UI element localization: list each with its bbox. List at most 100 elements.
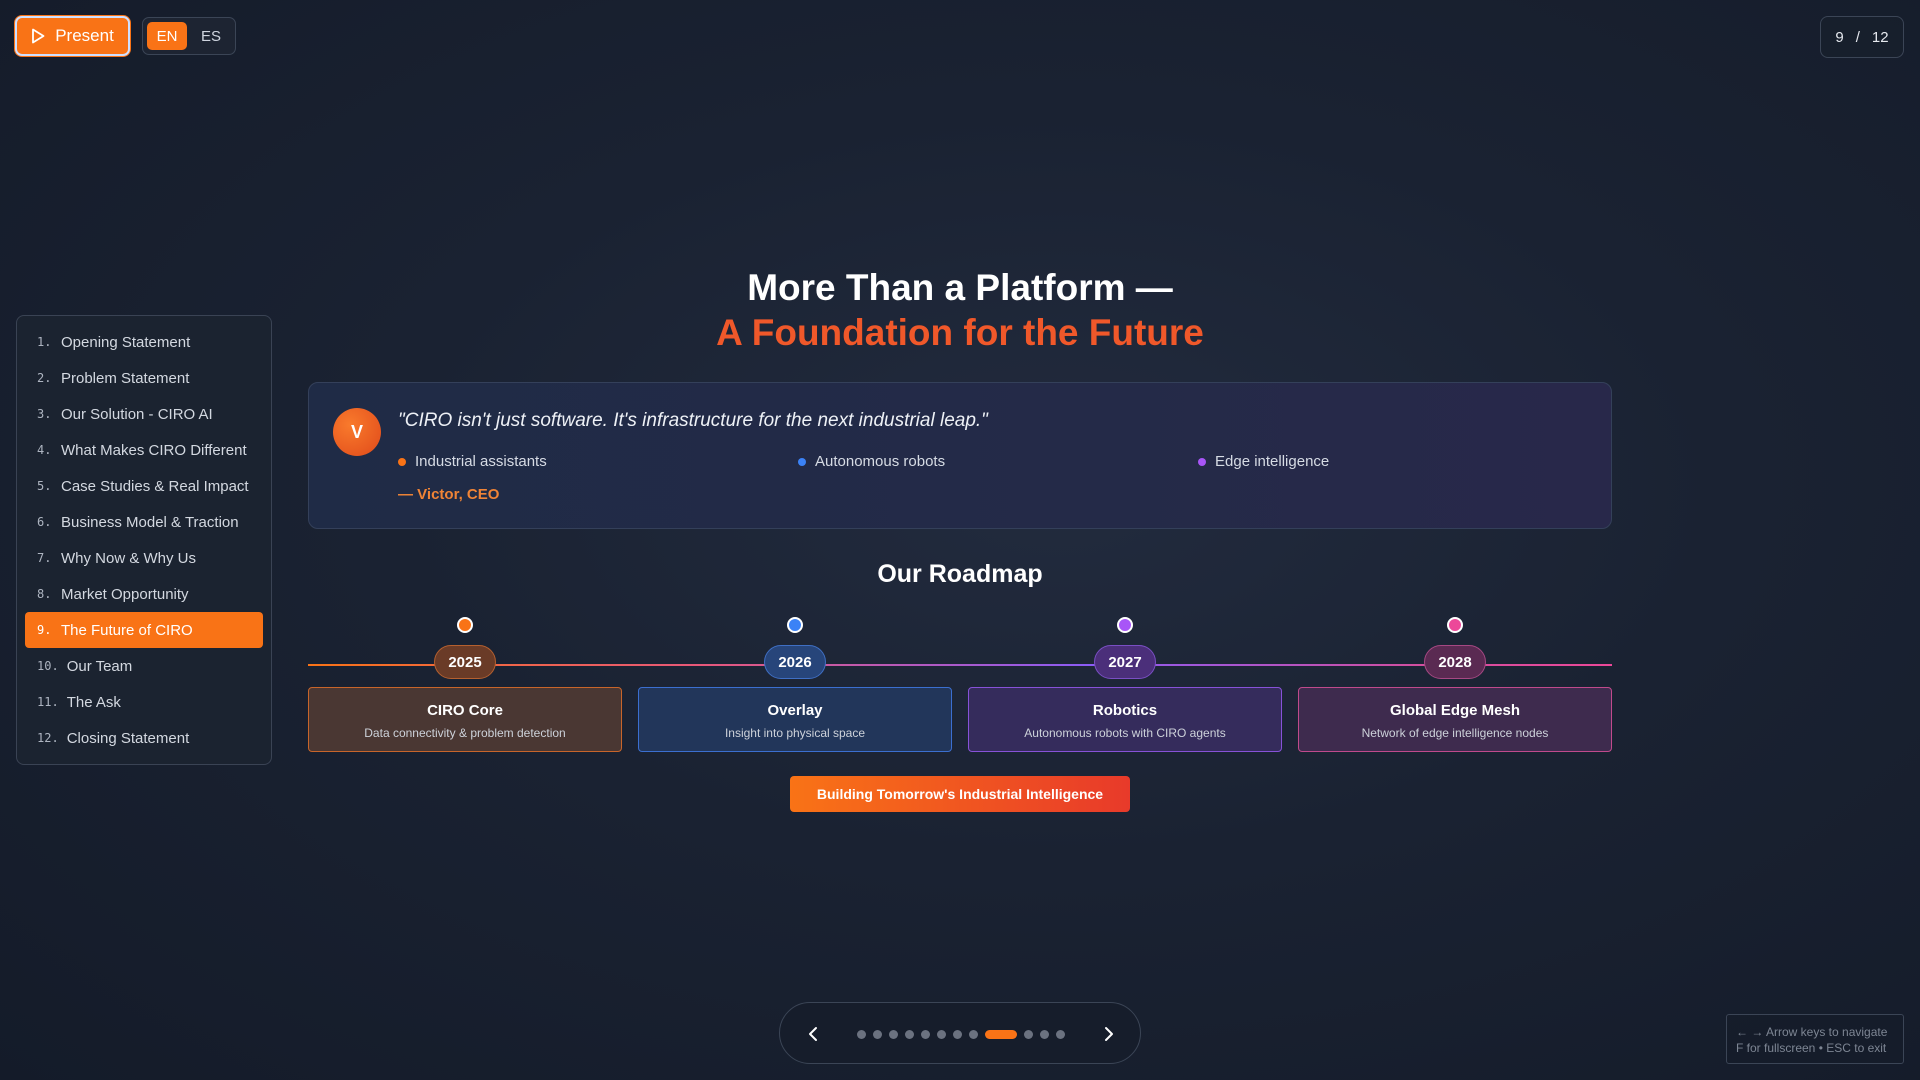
keyboard-help: ← → Arrow keys to navigate F for fullscr… — [1726, 1014, 1904, 1064]
sidebar-item-future-of-ciro[interactable]: 9. The Future of CIRO — [25, 612, 263, 648]
sidebar-item-label: Our Team — [66, 657, 133, 675]
slide-counter-separator: / — [1855, 28, 1860, 46]
sidebar-item-the-ask[interactable]: 11. The Ask — [25, 684, 263, 720]
sidebar-item-label: What Makes CIRO Different — [61, 441, 247, 459]
phase-name: Overlay — [767, 702, 823, 719]
year-pill-2028: 2028 — [1424, 645, 1486, 679]
slide-dot-5[interactable] — [921, 1030, 930, 1039]
slide-dot-4[interactable] — [905, 1030, 914, 1039]
ceo-quote-card: V "CIRO isn't just software. It's infras… — [308, 382, 1612, 529]
sidebar-item-label: The Ask — [66, 693, 121, 711]
sidebar-item-number: 5. — [37, 479, 52, 493]
chevron-left-icon — [809, 1027, 817, 1041]
sidebar-item-case-studies[interactable]: 5. Case Studies & Real Impact — [25, 468, 263, 504]
slide-dot-7[interactable] — [953, 1030, 962, 1039]
sidebar-item-our-solution[interactable]: 3. Our Solution - CIRO AI — [25, 396, 263, 432]
phase-name: Global Edge Mesh — [1389, 702, 1521, 719]
help-line-fullscreen: F for fullscreen • ESC to exit — [1736, 1041, 1887, 1055]
quote-author: — Victor, CEO — [398, 486, 500, 503]
phase-description: Data connectivity & problem detection — [364, 726, 566, 740]
slide-outline-sidebar: 1. Opening Statement 2. Problem Statement … — [16, 315, 272, 765]
slide-pager — [779, 1002, 1141, 1064]
sidebar-item-label: Case Studies & Real Impact — [61, 477, 249, 495]
roadmap-title: Our Roadmap — [877, 560, 1043, 588]
sidebar-item-number: 10. — [37, 659, 59, 673]
bullet-edge-intelligence: Edge intelligence — [1198, 453, 1329, 470]
sidebar-item-number: 3. — [37, 407, 52, 421]
bullet-dot-icon — [398, 457, 406, 466]
bullet-label: Industrial assistants — [415, 453, 547, 470]
slide-title-line1: More Than a Platform — — [747, 267, 1173, 308]
slide-counter: 9 / 12 — [1820, 16, 1904, 58]
bullet-label: Autonomous robots — [815, 453, 946, 470]
present-label: Present — [55, 26, 114, 45]
next-slide-button[interactable] — [1094, 1019, 1124, 1049]
phase-description: Insight into physical space — [724, 726, 866, 740]
sidebar-item-label: The Future of CIRO — [61, 621, 193, 639]
slide-title: More Than a Platform — A Foundation for … — [310, 265, 1610, 355]
sidebar-item-number: 1. — [37, 335, 52, 349]
year-pill-2025: 2025 — [434, 645, 496, 679]
slide-dots — [857, 1030, 1065, 1039]
slide-dot-6[interactable] — [937, 1030, 946, 1039]
sidebar-item-our-team[interactable]: 10. Our Team — [25, 648, 263, 684]
language-option-en[interactable]: EN — [147, 22, 187, 50]
quote-text: "CIRO isn't just software. It's infrastr… — [398, 410, 988, 431]
slide-counter-current: 9 — [1835, 28, 1844, 46]
sidebar-item-label: Why Now & Why Us — [61, 549, 197, 567]
quote-bullets: Industrial assistants Autonomous robots … — [398, 453, 1598, 473]
slide-dot-11[interactable] — [1040, 1030, 1049, 1039]
chevron-right-icon — [1105, 1027, 1113, 1041]
sidebar-item-number: 12. — [37, 731, 59, 745]
bullet-label: Edge intelligence — [1215, 453, 1330, 470]
roadmap-card-robotics: Robotics Autonomous robots with CIRO age… — [968, 687, 1282, 752]
sidebar-item-number: 11. — [37, 695, 59, 709]
sidebar-item-number: 6. — [37, 515, 52, 529]
milestone-dot-2027 — [1117, 617, 1133, 633]
milestone-dot-2028 — [1447, 617, 1463, 633]
language-option-es[interactable]: ES — [191, 22, 231, 50]
sidebar-item-number: 7. — [37, 551, 52, 565]
slide-dot-2[interactable] — [873, 1030, 882, 1039]
slide-dot-1[interactable] — [857, 1030, 866, 1039]
phase-name: CIRO Core — [427, 702, 503, 719]
sidebar-item-number: 4. — [37, 443, 52, 457]
slide-dot-3[interactable] — [889, 1030, 898, 1039]
sidebar-item-why-now[interactable]: 7. Why Now & Why Us — [25, 540, 263, 576]
bullet-industrial-assistants: Industrial assistants — [398, 453, 547, 470]
sidebar-item-number: 9. — [37, 623, 52, 637]
cta-button[interactable]: Building Tomorrow's Industrial Intellige… — [790, 776, 1130, 812]
phase-name: Robotics — [1092, 702, 1158, 719]
sidebar-item-problem-statement[interactable]: 2. Problem Statement — [25, 360, 263, 396]
sidebar-item-label: Closing Statement — [66, 729, 190, 747]
slide-dot-9-active[interactable] — [985, 1030, 1017, 1039]
sidebar-item-label: Problem Statement — [61, 369, 190, 387]
help-line-navigate: ← → Arrow keys to navigate — [1736, 1025, 1888, 1039]
slide-dot-12[interactable] — [1056, 1030, 1065, 1039]
year-pill-2027: 2027 — [1094, 645, 1156, 679]
sidebar-item-opening-statement[interactable]: 1. Opening Statement — [25, 324, 263, 360]
sidebar-item-closing-statement[interactable]: 12. Closing Statement — [25, 720, 263, 756]
slide-dot-10[interactable] — [1024, 1030, 1033, 1039]
avatar: V — [333, 408, 381, 456]
sidebar-item-market-opportunity[interactable]: 8. Market Opportunity — [25, 576, 263, 612]
bullet-autonomous-robots: Autonomous robots — [798, 453, 945, 470]
sidebar-item-label: Our Solution - CIRO AI — [61, 405, 213, 423]
sidebar-item-what-makes-different[interactable]: 4. What Makes CIRO Different — [25, 432, 263, 468]
milestone-dot-2026 — [787, 617, 803, 633]
phase-description: Autonomous robots with CIRO agents — [1024, 726, 1226, 740]
milestone-dot-2025 — [457, 617, 473, 633]
roadmap-card-global-edge-mesh: Global Edge Mesh Network of edge intelli… — [1298, 687, 1612, 752]
slide-dot-8[interactable] — [969, 1030, 978, 1039]
play-icon — [32, 28, 45, 44]
sidebar-item-business-model[interactable]: 6. Business Model & Traction — [25, 504, 263, 540]
bullet-dot-icon — [798, 457, 806, 466]
present-button[interactable]: Present — [15, 16, 130, 56]
phase-description: Network of edge intelligence nodes — [1361, 726, 1549, 740]
sidebar-item-label: Business Model & Traction — [61, 513, 239, 531]
previous-slide-button[interactable] — [798, 1019, 828, 1049]
bullet-dot-icon — [1198, 457, 1206, 466]
slide-title-line2: A Foundation for the Future — [716, 312, 1204, 353]
sidebar-item-label: Opening Statement — [61, 333, 191, 351]
slide-counter-total: 12 — [1871, 28, 1889, 46]
